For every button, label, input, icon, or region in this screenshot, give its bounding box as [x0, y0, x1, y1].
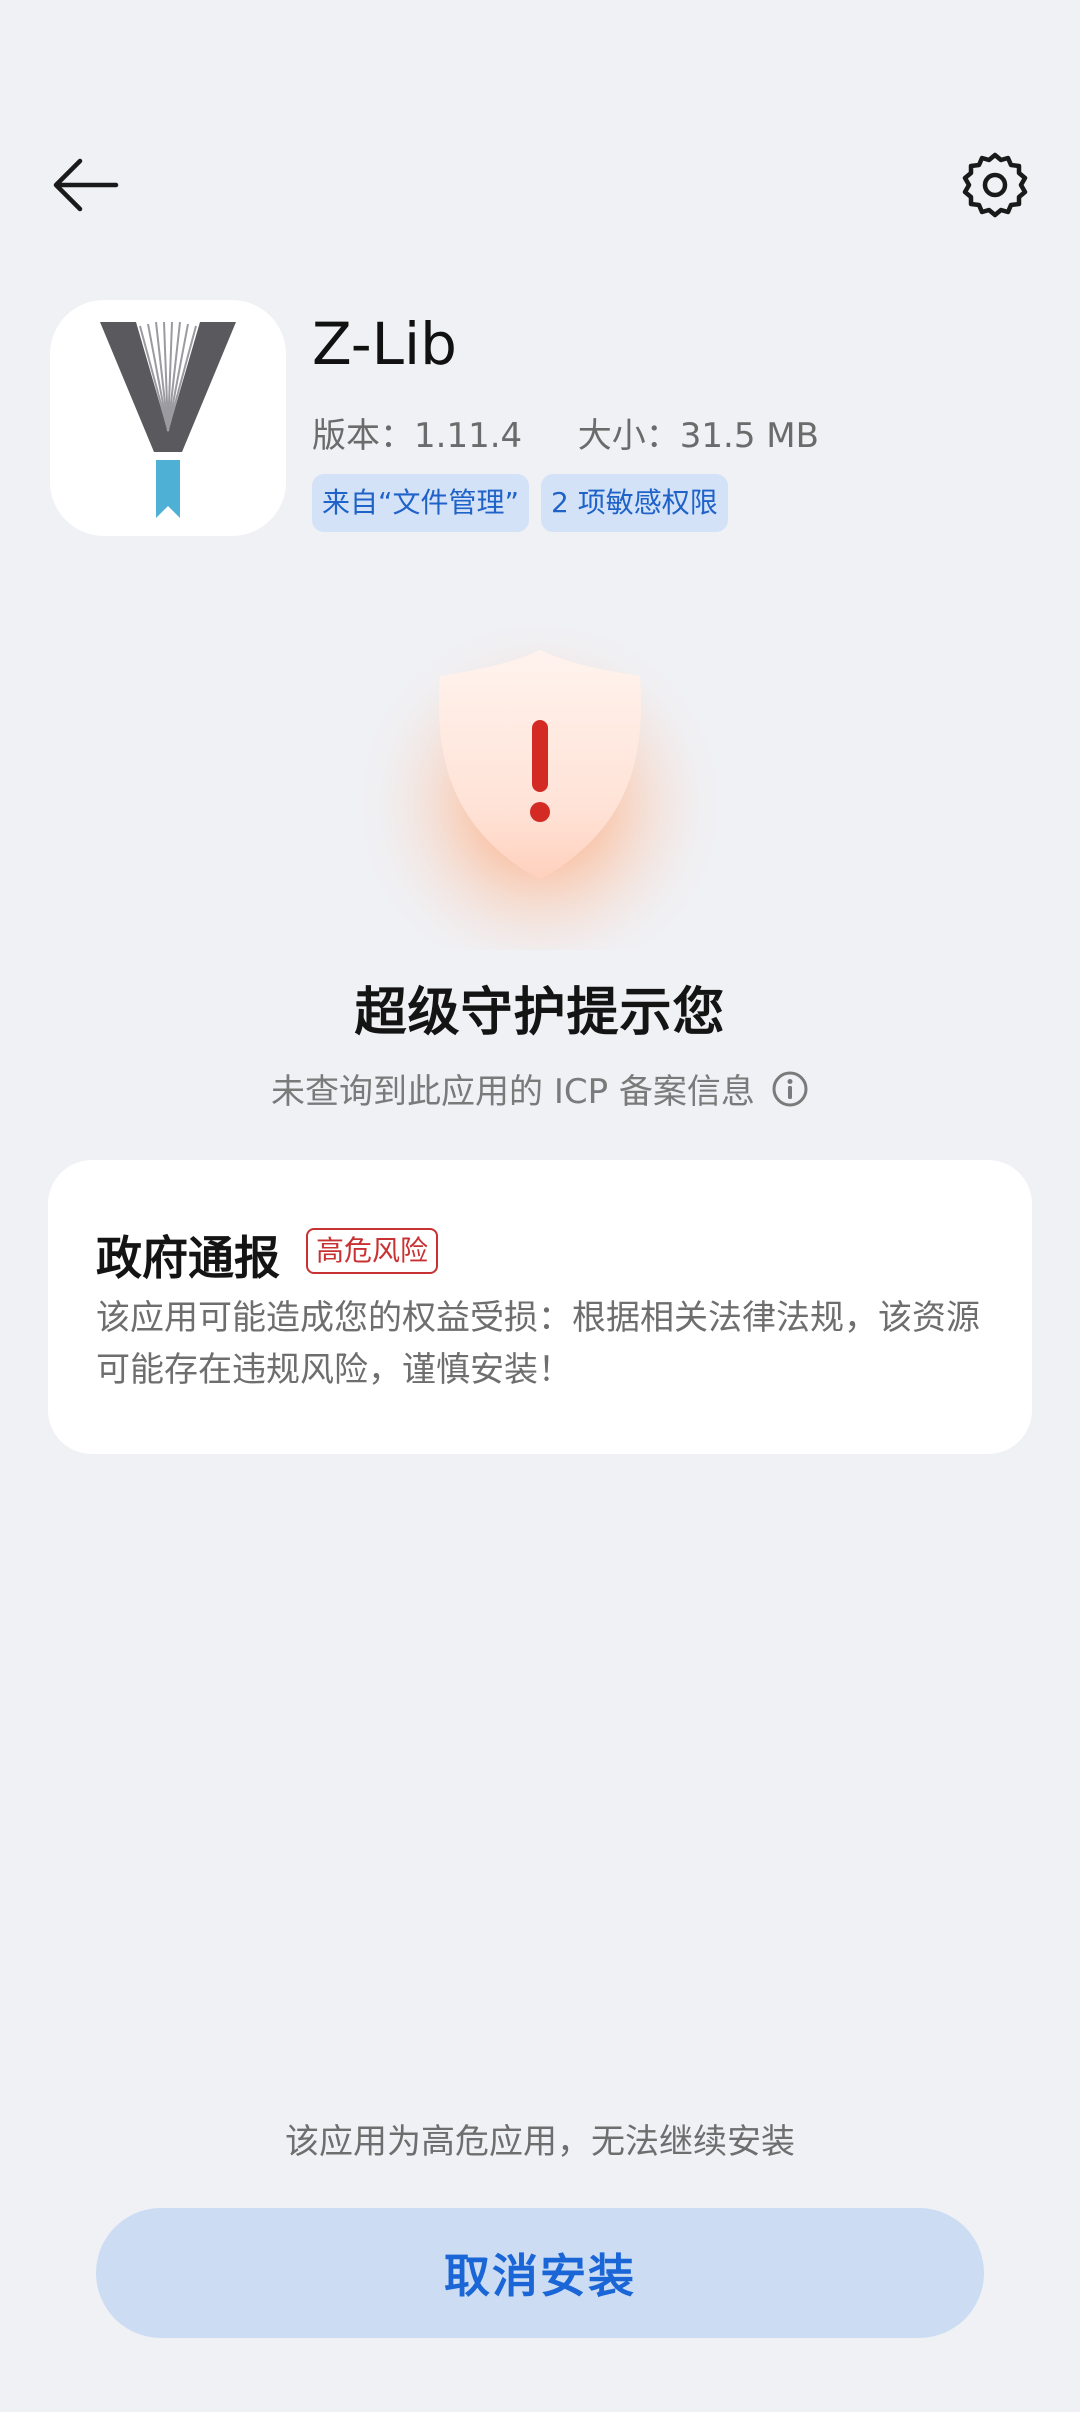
app-size: 大小：31.5 MB — [577, 416, 819, 456]
app-tags: 来自“文件管理” 2 项敏感权限 — [312, 474, 728, 532]
protection-title: 超级守护提示您 — [354, 983, 726, 1043]
report-title: 政府通报 — [96, 1231, 280, 1285]
app-icon — [50, 300, 286, 536]
protection-subtitle: 未查询到此应用的 ICP 备案信息 — [0, 1064, 1080, 1113]
app-name: Z-Lib — [312, 310, 457, 378]
risk-badge: 高危风险 — [306, 1228, 439, 1274]
gear-icon — [962, 152, 1028, 218]
info-icon[interactable] — [771, 1070, 809, 1108]
app-meta: 版本：1.11.4 大小：31.5 MB — [312, 408, 819, 457]
app-header: Z-Lib 版本：1.11.4 大小：31.5 MB 来自“文件管理” 2 项敏… — [50, 300, 1030, 540]
back-button[interactable] — [40, 140, 130, 230]
install-blocked-note: 该应用为高危应用，无法继续安装 — [285, 2122, 795, 2162]
report-description: 该应用可能造成您的权益受损：根据相关法律法规，该资源可能存在违规风险，谨慎安装！ — [96, 1298, 980, 1390]
icp-message: 未查询到此应用的 ICP 备案信息 — [271, 1072, 755, 1112]
permissions-tag[interactable]: 2 项敏感权限 — [541, 474, 728, 532]
government-report-card: 政府通报 高危风险 该应用可能造成您的权益受损：根据相关法律法规，该资源可能存在… — [48, 1160, 1032, 1454]
zlib-logo-icon — [100, 321, 236, 518]
settings-button[interactable] — [950, 140, 1040, 230]
cancel-install-button[interactable]: 取消安装 — [96, 2208, 984, 2338]
app-version: 版本：1.11.4 — [312, 416, 523, 456]
arrow-left-icon — [53, 158, 119, 212]
top-bar — [0, 0, 1080, 260]
shield-warning-icon — [340, 590, 740, 975]
source-tag[interactable]: 来自“文件管理” — [312, 474, 530, 532]
